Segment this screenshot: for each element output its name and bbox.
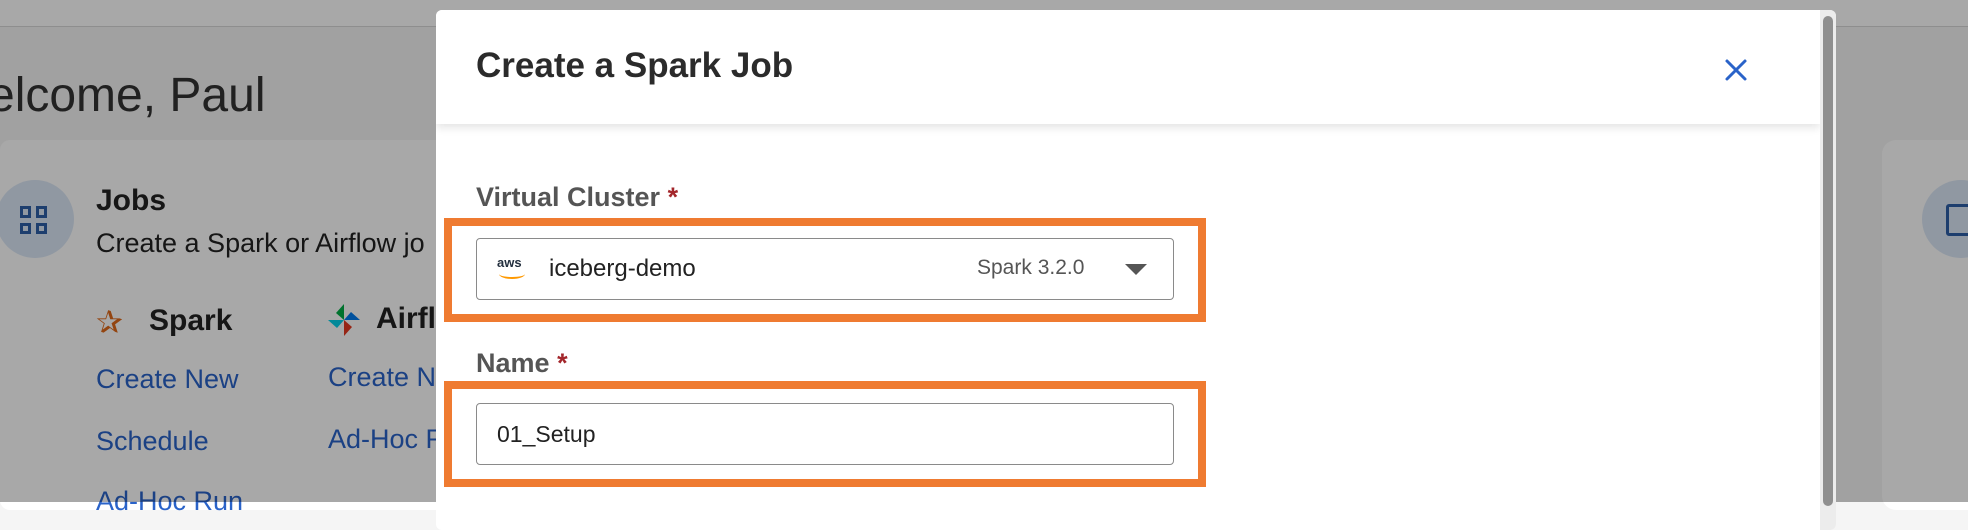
modal-header: Create a Spark Job (436, 10, 1820, 124)
name-label: Name * (476, 348, 568, 379)
spark-version: Spark 3.2.0 (977, 256, 1085, 279)
aws-icon: aws (497, 255, 529, 283)
virtual-cluster-label: Virtual Cluster * (476, 182, 678, 213)
name-input[interactable] (476, 403, 1174, 465)
modal-scrollbar[interactable] (1820, 10, 1836, 530)
caret-down-icon (1125, 264, 1147, 275)
required-marker: * (667, 182, 679, 212)
create-spark-job-modal: Create a Spark Job Virtual Cluster * aws… (436, 10, 1836, 530)
modal-title: Create a Spark Job (476, 46, 794, 85)
required-marker: * (557, 348, 568, 378)
virtual-cluster-select[interactable]: aws iceberg-demo Spark 3.2.0 (476, 238, 1174, 300)
name-label-text: Name (476, 348, 550, 378)
close-icon[interactable] (1716, 50, 1756, 90)
scrollbar-thumb[interactable] (1823, 16, 1833, 506)
virtual-cluster-value: iceberg-demo (549, 255, 696, 282)
virtual-cluster-label-text: Virtual Cluster (476, 182, 661, 212)
aws-logo-text: aws (497, 255, 522, 270)
